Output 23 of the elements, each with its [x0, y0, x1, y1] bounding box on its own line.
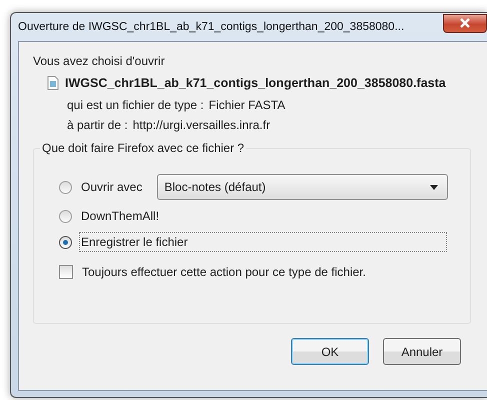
dialog-button[interactable]: OK — [291, 338, 369, 365]
checkbox[interactable] — [59, 265, 73, 279]
option-label[interactable]: Enregistrer le fichier — [79, 232, 447, 252]
intro-text: Vous avez choisi d'ouvrir — [33, 54, 166, 68]
radio-button[interactable] — [59, 210, 72, 222]
close-icon — [459, 18, 471, 28]
radio-button[interactable] — [59, 236, 72, 248]
type-value: Fichier FASTA — [208, 98, 286, 112]
source-value: http://urgi.versailles.inra.fr — [132, 118, 270, 132]
close-button[interactable] — [443, 14, 487, 32]
application-dropdown[interactable]: Bloc-notes (défaut) — [157, 174, 448, 200]
file-name: IWGSC_chr1BL_ab_k71_contigs_longerthan_200_3858080.fasta — [65, 76, 446, 90]
radio-button[interactable] — [59, 180, 72, 194]
group-title: Que doit faire Firefox avec ce fichier ? — [40, 141, 246, 155]
caret-icon — [430, 184, 438, 190]
checkbox-label[interactable]: Toujours effectuer cette action pour ce type de fichier. — [80, 262, 368, 282]
window-title: Ouverture de IWGSC_chr1BL_ab_k71_contigs_longerthan_200_3858080... — [18, 21, 404, 33]
option-label[interactable]: DownThemAll! — [79, 206, 162, 226]
file-icon — [47, 76, 59, 90]
dialog-button[interactable]: Annuler — [383, 338, 461, 365]
type-label: qui est un fichier de type : — [67, 98, 204, 112]
option-label[interactable]: Ouvrir avec — [79, 177, 144, 197]
source-label: à partir de : — [67, 118, 128, 132]
